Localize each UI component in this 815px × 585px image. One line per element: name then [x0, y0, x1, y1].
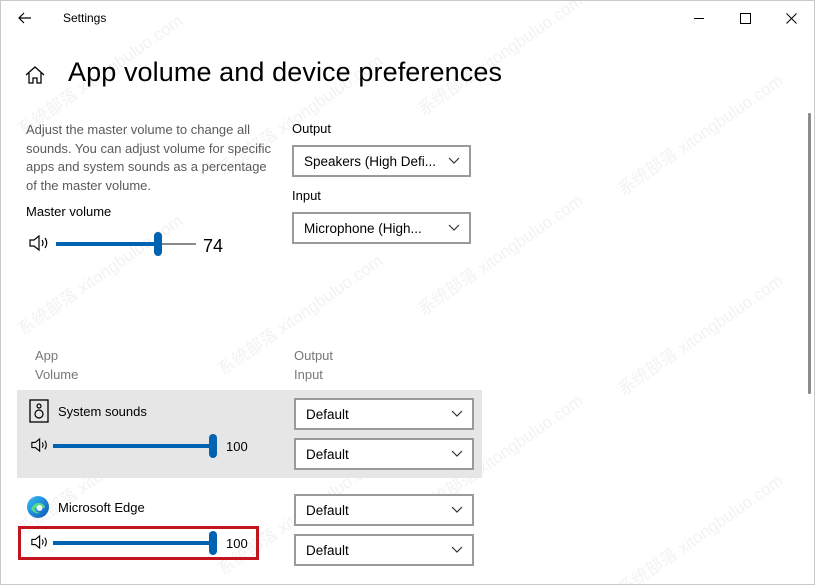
master-volume-fill [56, 242, 154, 246]
system-sounds-input-dropdown[interactable]: Default [294, 438, 474, 470]
close-button[interactable] [768, 1, 814, 35]
chevron-down-icon [451, 450, 463, 457]
highlight-annotation [18, 526, 259, 560]
app-name: Microsoft Edge [58, 500, 145, 515]
master-volume-value: 74 [203, 236, 224, 256]
dropdown-value: Default [306, 446, 349, 462]
output-device-dropdown[interactable]: Speakers (High Defi... [292, 145, 471, 177]
back-arrow-icon [18, 12, 31, 24]
dropdown-value: Default [306, 502, 349, 518]
output-device-value: Speakers (High Defi... [304, 153, 437, 169]
page-description: Adjust the master volume to change all s… [26, 122, 271, 193]
vertical-scrollbar[interactable] [808, 113, 811, 394]
title-bar: Settings [1, 1, 814, 35]
input-label: Input [292, 188, 321, 203]
maximize-button[interactable] [722, 1, 768, 35]
chevron-down-icon [451, 410, 463, 417]
app-title: Settings [63, 11, 107, 25]
settings-window: 系统部落 xitongbuluo.com 系统部落 xitongbuluo.com… [0, 0, 815, 585]
speaker-box-icon [29, 399, 49, 428]
maximize-icon [739, 12, 751, 24]
edge-logo-icon [26, 495, 50, 524]
system-sounds-volume-value: 100 [226, 439, 248, 454]
master-volume-label: Master volume [26, 204, 112, 219]
column-header-app: App [35, 348, 59, 363]
speaker-icon[interactable] [31, 437, 50, 458]
chevron-down-icon [451, 506, 463, 513]
watermark-text: 系统部落 xitongbuluo.com [614, 270, 787, 400]
minimize-icon [693, 17, 704, 19]
watermark-text: 系统部落 xitongbuluo.com [614, 70, 787, 200]
minimize-button[interactable] [676, 1, 722, 35]
system-sounds-output-dropdown[interactable]: Default [294, 398, 474, 430]
chevron-down-icon [451, 546, 463, 553]
close-icon [785, 12, 797, 24]
app-name: System sounds [58, 404, 147, 419]
system-sounds-volume-thumb[interactable] [209, 434, 217, 458]
master-volume-slider[interactable] [56, 232, 196, 256]
watermark-text: 系统部落 xitongbuluo.com [414, 190, 587, 320]
dropdown-value: Default [306, 542, 349, 558]
edge-input-dropdown[interactable]: Default [294, 534, 474, 566]
input-device-value: Microphone (High... [304, 220, 422, 236]
watermark-text: 系统部落 xitongbuluo.com [614, 470, 787, 585]
back-button[interactable] [9, 5, 41, 31]
watermark-text: 系统部落 xitongbuluo.com [14, 210, 187, 340]
system-sounds-volume-fill [53, 444, 209, 448]
system-sounds-volume-slider[interactable] [53, 434, 217, 458]
column-header-input: Input [294, 367, 323, 382]
dropdown-value: Default [306, 406, 349, 422]
column-header-output: Output [294, 348, 334, 363]
home-icon[interactable] [23, 63, 49, 89]
column-header-volume: Volume [35, 367, 79, 382]
page-title: App volume and device preferences [68, 57, 503, 87]
master-volume-thumb[interactable] [154, 232, 162, 256]
chevron-down-icon [448, 157, 460, 164]
input-device-dropdown[interactable]: Microphone (High... [292, 212, 471, 244]
master-speaker-icon[interactable] [29, 234, 51, 257]
chevron-down-icon [448, 224, 460, 231]
output-label: Output [292, 121, 332, 136]
edge-output-dropdown[interactable]: Default [294, 494, 474, 526]
